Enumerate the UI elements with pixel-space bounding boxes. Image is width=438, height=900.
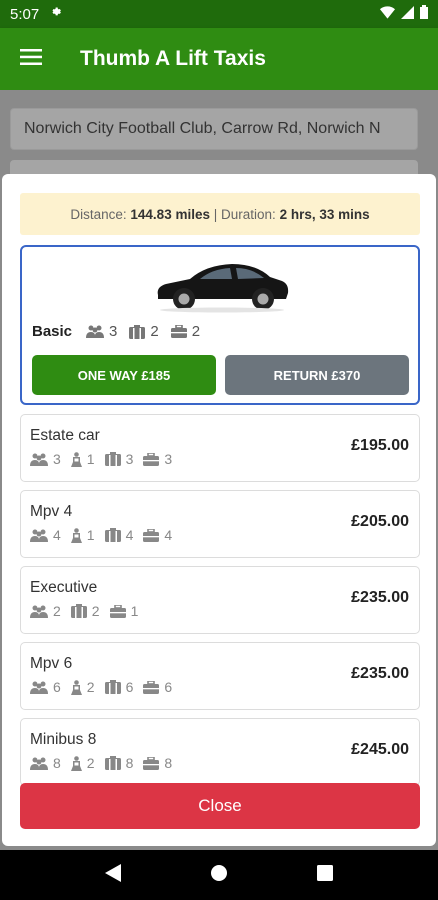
vehicle-option[interactable]: Estate car 3 1 3 3 £195.00: [20, 414, 420, 482]
selected-vehicle-meta: Basic 3 2 2: [32, 323, 212, 340]
luggage-icon: [104, 528, 121, 542]
duration-value: 2 hrs, 33 mins: [279, 206, 370, 222]
vehicle-option[interactable]: Executive 2 2 1 £235.00: [20, 566, 420, 634]
handbag-icon: [143, 680, 160, 694]
vehicle-price: £205.00: [351, 513, 409, 530]
passengers-icon: [30, 681, 48, 694]
luggage-icon: [104, 452, 121, 466]
vehicle-price: £235.00: [351, 665, 409, 682]
child-seat-icon: [70, 679, 82, 695]
close-button[interactable]: Close: [20, 783, 420, 829]
passengers-icon: [86, 325, 105, 338]
luggage-count: 8: [125, 755, 134, 771]
car-image: [152, 257, 292, 318]
luggage-icon: [104, 680, 121, 694]
system-nav-bar: [0, 850, 438, 900]
recents-icon[interactable]: [317, 864, 334, 886]
passengers-icon: [30, 605, 48, 618]
vehicle-name: Mpv 4: [30, 503, 73, 520]
luggage-count: 2: [91, 603, 100, 619]
wifi-icon: [380, 5, 395, 23]
vehicle-price: £235.00: [351, 589, 409, 606]
child-seat-icon: [70, 451, 82, 467]
handbag-icon: [170, 325, 187, 338]
luggage-count: 6: [125, 679, 134, 695]
handbag-icon: [109, 604, 126, 618]
vehicle-option[interactable]: Minibus 8 8 2 8 8 £245.00: [20, 718, 420, 786]
settings-icon: [49, 5, 63, 23]
passengers-count: 2: [53, 603, 61, 619]
child-seats-count: 1: [86, 527, 95, 543]
one-way-button[interactable]: ONE WAY £185: [32, 355, 216, 395]
selected-vehicle-card[interactable]: Basic 3 2 2 ONE WAY £185 RETURN £370: [20, 245, 420, 405]
distance-value: 144.83 miles: [130, 206, 210, 222]
passengers-icon: [30, 757, 48, 770]
handbags-count: 1: [130, 603, 139, 619]
vehicle-name: Executive: [30, 579, 98, 596]
battery-icon: [420, 5, 428, 23]
child-seats-count: 2: [86, 755, 95, 771]
luggage-count: 3: [125, 451, 134, 467]
child-seats-count: 2: [86, 679, 95, 695]
vehicle-price: £245.00: [351, 741, 409, 758]
app-bar: Thumb A Lift Taxis: [0, 28, 438, 90]
handbags-count: 3: [164, 451, 173, 467]
handbag-icon: [143, 756, 160, 770]
vehicle-name: Estate car: [30, 427, 100, 444]
luggage-icon: [104, 756, 121, 770]
handbags-count: 2: [191, 323, 201, 340]
handbag-icon: [143, 452, 160, 466]
status-time: 5:07: [10, 5, 40, 23]
vehicle-option[interactable]: Mpv 6 6 2 6 6 £235.00: [20, 642, 420, 710]
return-button[interactable]: RETURN £370: [225, 355, 409, 395]
vehicle-price: £195.00: [351, 437, 409, 454]
passengers-count: 3: [53, 451, 61, 467]
child-seat-icon: [70, 755, 82, 771]
child-seat-icon: [70, 527, 82, 543]
passengers-count: 8: [53, 755, 61, 771]
passengers-count: 6: [53, 679, 61, 695]
menu-icon[interactable]: [20, 48, 42, 70]
luggage-icon: [70, 604, 87, 618]
vehicle-option[interactable]: Mpv 4 4 1 4 4 £205.00: [20, 490, 420, 558]
passengers-icon: [30, 453, 48, 466]
vehicle-name: Minibus 8: [30, 731, 97, 748]
handbags-count: 6: [164, 679, 173, 695]
info-separator: |: [213, 206, 218, 222]
app-title: Thumb A Lift Taxis: [80, 47, 266, 70]
child-seats-count: 1: [86, 451, 95, 467]
passengers-count: 4: [53, 527, 61, 543]
passengers-icon: [30, 529, 48, 542]
luggage-count: 2: [150, 323, 159, 340]
vehicle-name: Mpv 6: [30, 655, 73, 672]
trip-info-bar: Distance: 144.83 miles | Duration: 2 hrs…: [20, 193, 420, 235]
status-bar: 5:07: [0, 0, 438, 28]
luggage-icon: [129, 324, 146, 339]
handbags-count: 8: [164, 755, 173, 771]
home-icon[interactable]: [210, 864, 228, 887]
duration-label: Duration:: [221, 206, 276, 222]
pickup-input[interactable]: Norwich City Football Club, Carrow Rd, N…: [10, 108, 418, 150]
back-icon[interactable]: [104, 863, 121, 887]
selected-vehicle-name: Basic: [32, 323, 73, 340]
handbags-count: 4: [164, 527, 173, 543]
passengers-count: 3: [109, 323, 118, 340]
handbag-icon: [143, 528, 160, 542]
distance-label: Distance:: [70, 206, 127, 222]
signal-icon: [401, 5, 414, 23]
luggage-count: 4: [125, 527, 134, 543]
